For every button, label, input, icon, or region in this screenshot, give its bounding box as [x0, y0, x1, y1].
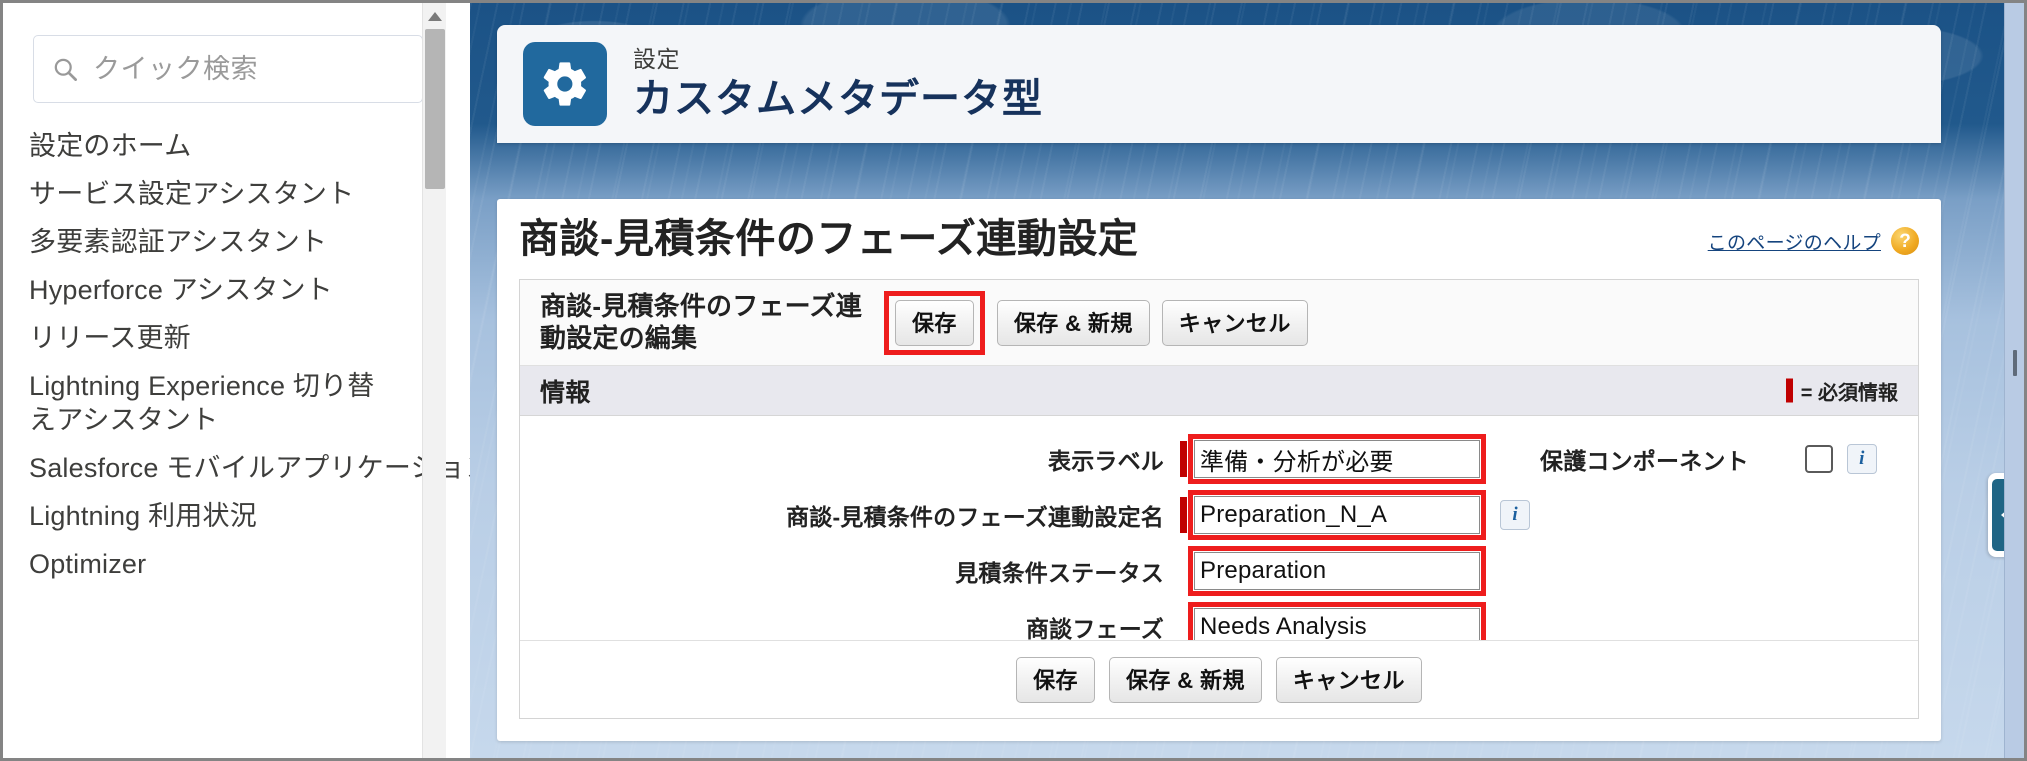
highlight-display-label: [1188, 434, 1486, 484]
header-text-block: 設定 カスタムメタデータ型: [633, 46, 1043, 121]
label-quote-condition-status: 見積条件ステータス: [955, 560, 1164, 586]
highlight-record-name: [1188, 490, 1486, 540]
form-header-button-row: 保存 保存 & 新規 キャンセル: [884, 290, 1308, 355]
record-name-input[interactable]: [1194, 496, 1480, 534]
highlight-quote-condition-status: [1188, 546, 1486, 596]
field-row-record-name: 商談-見積条件のフェーズ連動設定名 i: [520, 490, 1918, 540]
header-eyebrow: 設定: [633, 46, 680, 72]
save-and-new-button-top[interactable]: 保存 & 新規: [996, 299, 1150, 346]
section-title: 情報: [540, 378, 591, 407]
field-row-quote-condition-status: 見積条件ステータス: [520, 546, 1918, 596]
quote-condition-status-input[interactable]: [1194, 552, 1480, 590]
control-quote-condition-status: [1180, 546, 1486, 596]
main-content-area: 設定 カスタムメタデータ型 商談-見積条件のフェーズ連動設定 このページのヘルプ…: [470, 3, 2024, 758]
label-protected-component: 保護コンポーネント: [1540, 448, 1749, 474]
form-header: 商談-見積条件のフェーズ連動設定の編集 保存 保存 & 新規 キャンセル: [520, 280, 1918, 366]
header-title: カスタムメタデータ型: [633, 77, 1043, 121]
sidebar-scrollbar[interactable]: [422, 3, 446, 758]
gear-icon: [523, 42, 607, 126]
page-help-link[interactable]: このページのヘルプ ?: [1708, 227, 1919, 255]
cancel-button-top[interactable]: キャンセル: [1161, 299, 1308, 346]
sidebar-nav-list: 設定のホーム サービス設定アシスタント 多要素認証アシスタント Hyperfor…: [3, 129, 470, 595]
page-help-label: このページのヘルプ: [1707, 232, 1881, 254]
control-display-label: [1180, 434, 1486, 484]
required-marker-display-label: [1180, 441, 1187, 477]
sidebar-item-hyperforce-assistant[interactable]: Hyperforce アシスタント: [3, 273, 446, 307]
scroll-up-arrow-icon[interactable]: [423, 5, 447, 27]
sidebar-scrollbar-thumb[interactable]: [425, 29, 445, 189]
form-header-title: 商談-見積条件のフェーズ連動設定の編集: [540, 290, 862, 353]
field-row-protected-component: 保護コンポーネント i: [1540, 434, 1877, 484]
label-display-label: 表示ラベル: [1048, 448, 1164, 474]
page-title-row: 商談-見積条件のフェーズ連動設定 このページのヘルプ ?: [497, 199, 1941, 277]
form-footer-button-row: 保存 保存 & 新規 キャンセル: [520, 640, 1918, 718]
save-button-bottom[interactable]: 保存: [1016, 656, 1095, 703]
sidebar-item-lightning-experience-transition-assistant[interactable]: Lightning Experience 切り替えアシスタント: [3, 369, 423, 437]
page-scrollbar[interactable]: [2004, 3, 2024, 758]
app-window: 設定のホーム サービス設定アシスタント 多要素認証アシスタント Hyperfor…: [0, 0, 2027, 761]
cancel-button-bottom[interactable]: キャンセル: [1275, 656, 1422, 703]
page-scrollbar-grip[interactable]: [2013, 350, 2017, 377]
information-section-bar: 情報 = 必須情報: [520, 366, 1918, 416]
display-label-input[interactable]: [1194, 440, 1480, 478]
search-input[interactable]: [93, 53, 404, 85]
search-icon: [52, 56, 79, 83]
save-button-highlight: 保存: [884, 290, 985, 355]
setup-sidebar: 設定のホーム サービス設定アシスタント 多要素認証アシスタント Hyperfor…: [3, 3, 470, 758]
edit-form-panel: 商談-見積条件のフェーズ連動設定の編集 保存 保存 & 新規 キャンセル 情報: [519, 279, 1919, 719]
label-opportunity-stage: 商談フェーズ: [1025, 616, 1164, 642]
sidebar-item-service-setup-assistant[interactable]: サービス設定アシスタント: [3, 177, 446, 211]
sidebar-item-salesforce-mobile-app[interactable]: Salesforce モバイルアプリケーション: [3, 451, 470, 485]
sidebar-item-optimizer[interactable]: Optimizer: [3, 547, 446, 581]
save-button-top[interactable]: 保存: [895, 299, 974, 346]
required-marker-icon: [1785, 378, 1793, 403]
form-fields: 表示ラベル 商談-見積条件のフェーズ連動設定名: [520, 416, 1918, 652]
sidebar-item-lightning-usage[interactable]: Lightning 利用状況: [3, 499, 446, 533]
info-icon-record-name[interactable]: i: [1500, 500, 1530, 530]
sidebar-item-mfa-assistant[interactable]: 多要素認証アシスタント: [3, 225, 446, 259]
content-card: 商談-見積条件のフェーズ連動設定 このページのヘルプ ? 商談-見積条件のフェー…: [497, 199, 1941, 741]
required-legend: = 必須情報: [1785, 376, 1898, 405]
save-and-new-button-bottom[interactable]: 保存 & 新規: [1108, 656, 1262, 703]
required-legend-label: = 必須情報: [1800, 382, 1898, 404]
quick-find-box[interactable]: [33, 35, 423, 103]
sidebar-item-release-updates[interactable]: リリース更新: [3, 321, 446, 355]
help-question-icon: ?: [1891, 227, 1919, 255]
sidebar-content: 設定のホーム サービス設定アシスタント 多要素認証アシスタント Hyperfor…: [3, 3, 470, 758]
info-icon-protected-component[interactable]: i: [1846, 444, 1877, 474]
required-marker-record-name: [1180, 497, 1187, 533]
sidebar-item-setup-home[interactable]: 設定のホーム: [3, 129, 446, 163]
protected-component-checkbox[interactable]: [1804, 445, 1833, 473]
label-record-name: 商談-見積条件のフェーズ連動設定名: [786, 504, 1164, 530]
control-record-name: i: [1180, 490, 1530, 540]
setup-header-card: 設定 カスタムメタデータ型: [497, 25, 1941, 143]
